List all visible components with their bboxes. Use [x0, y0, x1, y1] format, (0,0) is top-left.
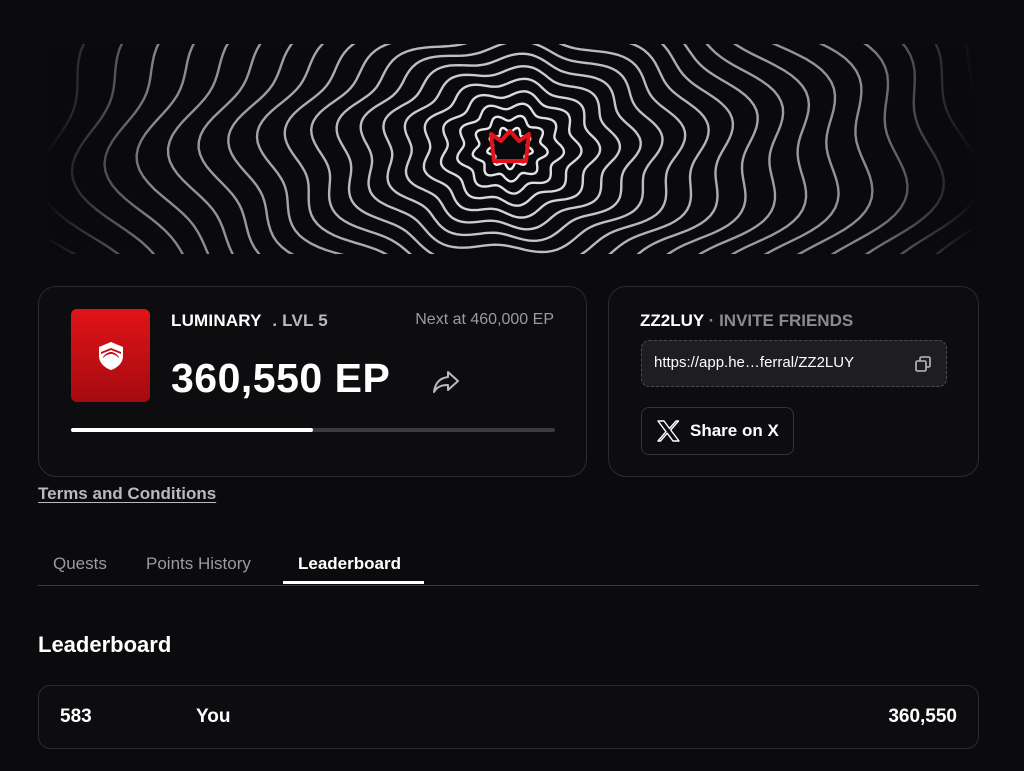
tab-points-history[interactable]: Points History — [146, 554, 251, 574]
active-tab-indicator — [283, 581, 424, 584]
hero-banner — [44, 44, 976, 254]
leaderboard-name: You — [196, 706, 231, 727]
points-total: 360,550 EP — [171, 355, 391, 401]
level-progress-fill — [71, 428, 313, 432]
share-on-x-label: Share on X — [690, 421, 779, 440]
tab-leaderboard[interactable]: Leaderboard — [298, 554, 401, 574]
next-level-threshold: Next at 460,000 EP — [415, 311, 554, 328]
section-title: Leaderboard — [38, 632, 172, 657]
referral-link-text: https://app.he…ferral/ZZ2LUY — [654, 354, 855, 371]
leaderboard-points: 360,550 — [888, 706, 957, 727]
tab-bar: Quests Points History Leaderboard — [38, 548, 979, 586]
tab-quests[interactable]: Quests — [53, 554, 107, 574]
share-arrow-icon[interactable] — [431, 369, 461, 395]
shield-icon — [98, 341, 123, 370]
invite-friends-label: INVITE FRIENDS — [719, 311, 854, 330]
title-separator: · — [708, 311, 715, 330]
level-progress-bar — [71, 428, 555, 432]
level-card: LUMINARY . LVL 5 Next at 460,000 EP 360,… — [38, 286, 587, 477]
terms-link[interactable]: Terms and Conditions — [38, 484, 216, 504]
copy-icon[interactable] — [914, 355, 932, 373]
tier-name: LUMINARY — [171, 311, 262, 330]
tier-level: . LVL 5 — [272, 311, 328, 330]
invite-title: ZZ2LUY · INVITE FRIENDS — [640, 311, 853, 331]
leaderboard-rank: 583 — [60, 706, 92, 727]
wave-pattern — [44, 44, 976, 254]
leaderboard-row: 583 You 360,550 — [38, 685, 979, 749]
tier-row: LUMINARY . LVL 5 — [171, 311, 328, 331]
x-logo-icon — [657, 420, 680, 442]
rewards-page: LUMINARY . LVL 5 Next at 460,000 EP 360,… — [0, 0, 1024, 771]
referral-link-field[interactable]: https://app.he…ferral/ZZ2LUY — [641, 340, 947, 387]
share-on-x-button[interactable]: Share on X — [641, 407, 794, 455]
tier-badge — [71, 309, 150, 402]
invite-card: ZZ2LUY · INVITE FRIENDS https://app.he…f… — [608, 286, 979, 477]
referral-code: ZZ2LUY — [640, 311, 704, 330]
